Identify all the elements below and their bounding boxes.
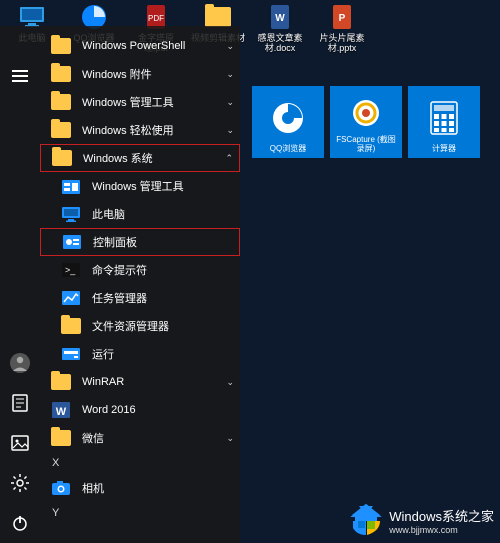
power-button[interactable] (0, 503, 40, 543)
svg-text:PDF: PDF (148, 14, 164, 23)
run-icon (60, 343, 82, 365)
app-item-label: 任务管理器 (92, 290, 234, 306)
svg-text:W: W (275, 13, 285, 24)
app-item-label: Windows 管理工具 (82, 94, 216, 110)
apps-list[interactable]: Windows PowerShell ⌄ Windows 附件 ⌄ Window… (40, 26, 240, 543)
start-tiles: QQ浏览器 FSCapture (截图录屏) 计算器 (252, 86, 480, 158)
app-item-label: 控制面板 (93, 234, 233, 250)
app-item-item-9[interactable]: 任务管理器 (40, 284, 240, 312)
tile-label: 计算器 (432, 145, 456, 154)
app-item-label: 相机 (82, 480, 234, 496)
documents-button[interactable] (0, 383, 40, 423)
cmd-icon: >_ (60, 259, 82, 281)
app-item-item-6[interactable]: 此电脑 (40, 200, 240, 228)
watermark-title: Windows系统之家 (389, 506, 494, 525)
svg-text:>_: >_ (65, 265, 76, 275)
hamburger-button[interactable] (0, 56, 40, 96)
chevron-down-icon: ⌄ (226, 433, 234, 444)
app-item-windows-powershell[interactable]: Windows PowerShell ⌄ (40, 32, 240, 60)
tile-fscapture[interactable]: FSCapture (截图录屏) (330, 86, 402, 158)
watermark-url: www.bjjmwx.com (389, 525, 494, 535)
app-item-label: 此电脑 (92, 206, 234, 222)
app-item-item-11[interactable]: 运行 (40, 340, 240, 368)
app-item-windows[interactable]: Windows 系统 ⌃ (40, 144, 240, 172)
chevron-down-icon: ⌄ (226, 125, 234, 136)
folder-icon (50, 91, 72, 113)
app-item-label: 文件资源管理器 (92, 318, 234, 334)
app-item-label: WinRAR (82, 376, 216, 388)
app-item-label: Windows 管理工具 (92, 178, 234, 194)
app-item-label: Windows 系统 (83, 150, 215, 166)
app-item-label: Windows PowerShell (82, 40, 216, 52)
camera-icon (50, 477, 72, 499)
app-item-label: Word 2016 (82, 404, 234, 416)
svg-text:W: W (56, 406, 67, 418)
settings-button[interactable] (0, 463, 40, 503)
tile-label: FSCapture (截图录屏) (334, 136, 398, 154)
tile-qq-browser[interactable]: QQ浏览器 (252, 86, 324, 158)
app-item-label: 运行 (92, 346, 234, 362)
folder-icon (50, 119, 72, 141)
tile-label: QQ浏览器 (270, 145, 306, 154)
app-item-winrar[interactable]: WinRAR ⌄ (40, 368, 240, 396)
chevron-down-icon: ⌄ (226, 41, 234, 52)
folder-icon (51, 147, 73, 169)
svg-text:P: P (339, 13, 346, 24)
letter-header-x[interactable]: X (40, 452, 240, 474)
chevron-down-icon: ⌄ (226, 69, 234, 80)
app-item-label: Windows 附件 (82, 66, 216, 82)
qq-browser-icon (271, 90, 305, 145)
folder-icon (50, 371, 72, 393)
windows-logo-icon (349, 503, 383, 537)
task-icon (60, 287, 82, 309)
calculator-icon (429, 90, 459, 145)
app-item-windows[interactable]: Windows 管理工具 (40, 172, 240, 200)
app-item-label: 微信 (82, 430, 216, 446)
app-item-item-10[interactable]: 文件资源管理器 (40, 312, 240, 340)
chevron-down-icon: ⌄ (226, 377, 234, 388)
pictures-button[interactable] (0, 423, 40, 463)
folder-icon (50, 35, 72, 57)
app-item-camera[interactable]: 相机 (40, 474, 240, 502)
app-item-windows[interactable]: Windows 附件 ⌄ (40, 60, 240, 88)
tile-calculator[interactable]: 计算器 (408, 86, 480, 158)
app-item-windows[interactable]: Windows 轻松使用 ⌄ (40, 116, 240, 144)
app-item-word-2016[interactable]: W Word 2016 (40, 396, 240, 424)
pc-icon (60, 203, 82, 225)
word-icon: W (50, 399, 72, 421)
app-item-label: Windows 轻松使用 (82, 122, 216, 138)
app-item-item-14[interactable]: 微信 ⌄ (40, 424, 240, 452)
folder-icon (50, 427, 72, 449)
fscapture-icon (350, 90, 382, 136)
app-item-label: 命令提示符 (92, 262, 234, 278)
watermark: Windows系统之家 www.bjjmwx.com (349, 503, 494, 537)
user-button[interactable] (0, 343, 40, 383)
app-item-windows[interactable]: Windows 管理工具 ⌄ (40, 88, 240, 116)
explorer-icon (60, 315, 82, 337)
letter-header-y[interactable]: Y (40, 502, 240, 524)
start-rail (0, 26, 40, 543)
app-item-item-8[interactable]: >_ 命令提示符 (40, 256, 240, 284)
cpl-icon (61, 231, 83, 253)
folder-icon (50, 63, 72, 85)
admin-icon (60, 175, 82, 197)
chevron-down-icon: ⌄ (226, 97, 234, 108)
app-item-item-7[interactable]: 控制面板 (40, 228, 240, 256)
chevron-up-icon: ⌃ (225, 153, 233, 164)
